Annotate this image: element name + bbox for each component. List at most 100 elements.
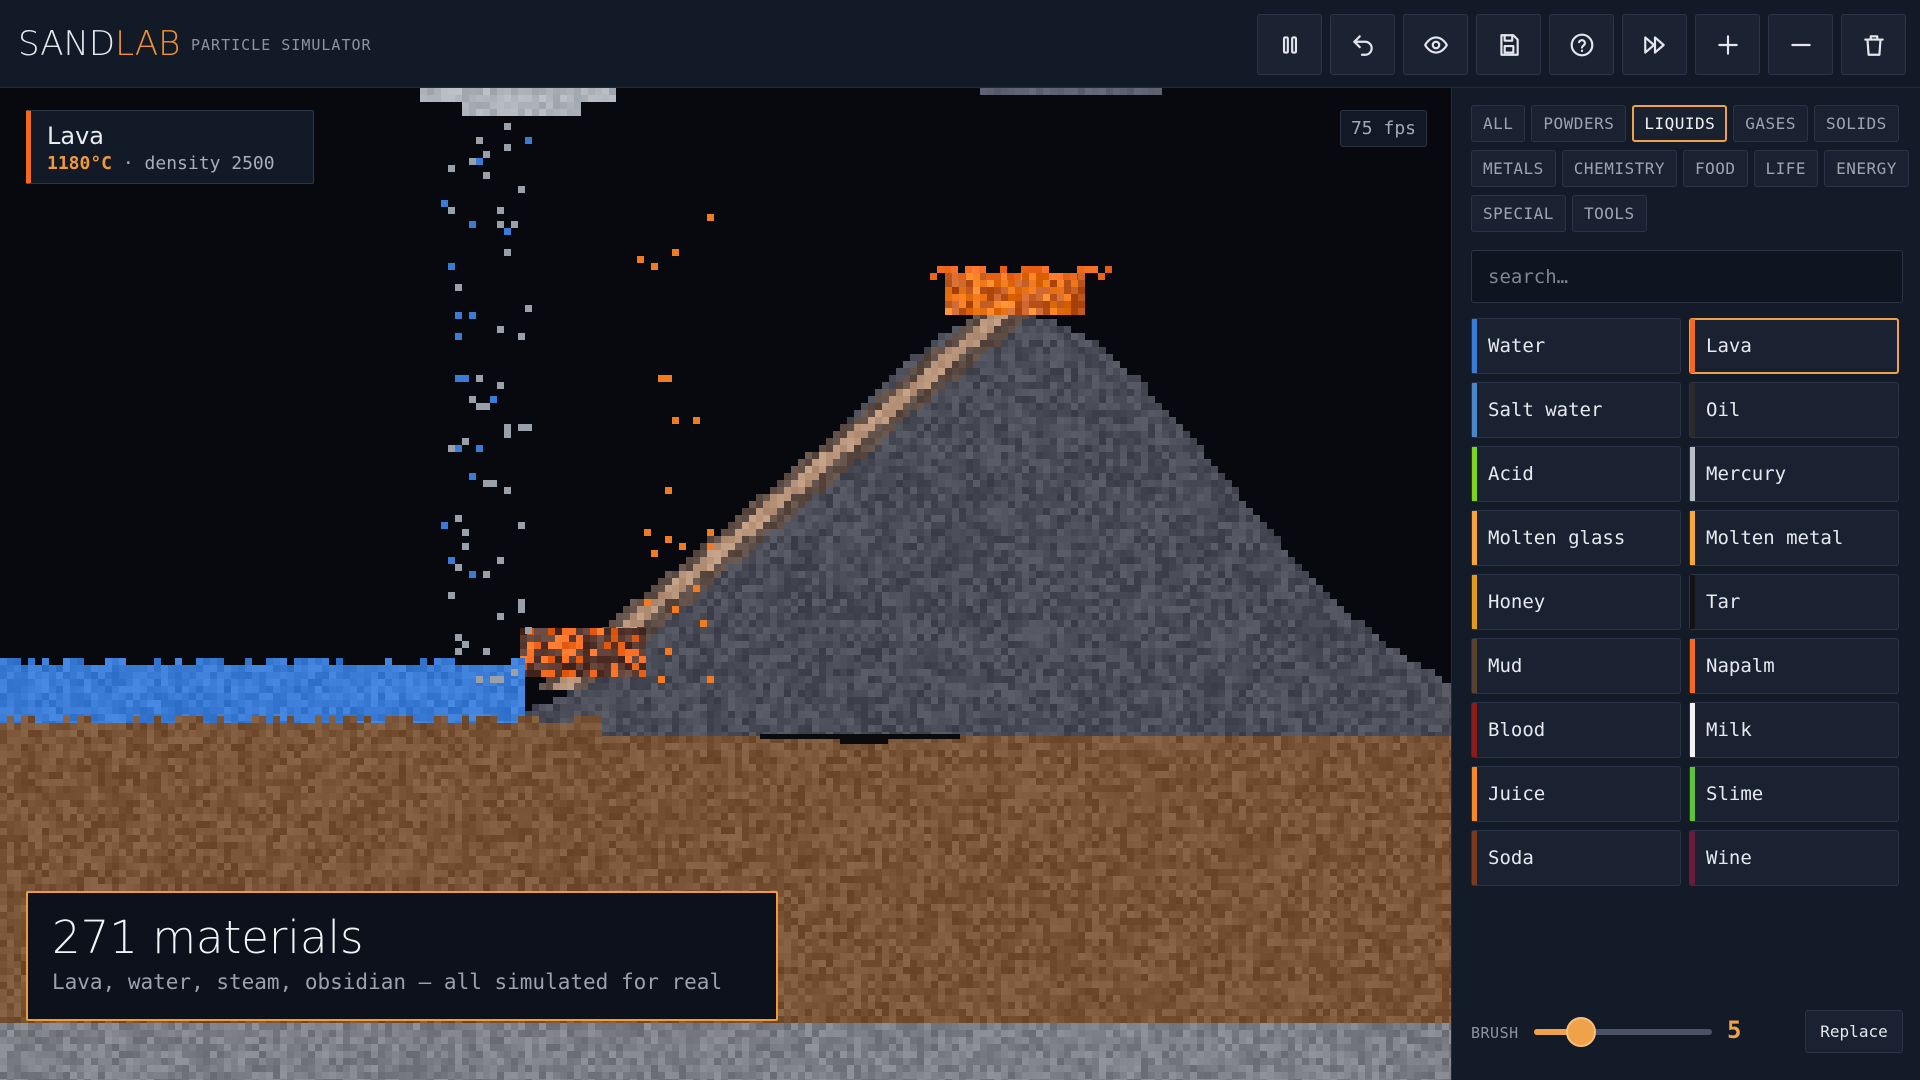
brush-size-value: 5 (1727, 1016, 1742, 1044)
material-item-tar[interactable]: Tar (1689, 574, 1899, 630)
hover-separator: · (112, 153, 145, 174)
undo-icon (1352, 34, 1373, 56)
top-bar: SANDLAB PARTICLE SIMULATOR (0, 0, 1920, 88)
material-item-oil[interactable]: Oil (1689, 382, 1899, 438)
material-color-swatch (1472, 639, 1477, 693)
help-button[interactable] (1549, 14, 1614, 75)
material-item-molten-glass[interactable]: Molten glass (1471, 510, 1681, 566)
material-label: Soda (1488, 847, 1534, 869)
trash-icon (1863, 34, 1884, 56)
brush-label: BRUSH (1471, 1024, 1519, 1042)
category-tab-all[interactable]: ALL (1471, 105, 1526, 142)
material-item-juice[interactable]: Juice (1471, 766, 1681, 822)
material-item-soda[interactable]: Soda (1471, 830, 1681, 886)
material-label: Tar (1706, 591, 1741, 613)
material-color-swatch (1690, 447, 1695, 501)
app-logo: SANDLAB (18, 22, 180, 66)
category-tab-metals[interactable]: METALS (1471, 150, 1556, 187)
material-item-napalm[interactable]: Napalm (1689, 638, 1899, 694)
category-tab-liquids[interactable]: LIQUIDS (1632, 105, 1728, 142)
clear-button[interactable] (1841, 14, 1906, 75)
material-item-water[interactable]: Water (1471, 318, 1681, 374)
undo-button[interactable] (1330, 14, 1395, 75)
plus-icon (1717, 34, 1738, 55)
category-tab-solids[interactable]: SOLIDS (1813, 105, 1899, 142)
save-button[interactable] (1476, 14, 1541, 75)
material-color-swatch (1690, 639, 1695, 693)
material-color-swatch (1690, 383, 1695, 437)
brush-slider-handle[interactable] (1566, 1017, 1597, 1047)
category-tabs: ALL POWDERS LIQUIDS GASES SOLIDS METALS CHEMIS… (1471, 105, 1911, 232)
category-tab-special[interactable]: SPECIAL (1471, 195, 1566, 232)
material-color-swatch (1690, 319, 1695, 373)
view-button[interactable] (1403, 14, 1468, 75)
eye-icon (1423, 35, 1448, 54)
material-color-swatch (1472, 511, 1477, 565)
material-item-honey[interactable]: Honey (1471, 574, 1681, 630)
material-label: Water (1488, 335, 1546, 357)
pause-icon (1282, 35, 1297, 54)
material-label: Napalm (1706, 655, 1775, 677)
minus-icon (1790, 43, 1811, 46)
category-tab-chemistry[interactable]: CHEMISTRY (1561, 150, 1677, 187)
pause-button[interactable] (1257, 14, 1322, 75)
logo-text-sand: SAND (18, 24, 116, 64)
simulation-area: Lava 1180°C · density 2500 75 fps 271 ma… (0, 88, 1451, 1080)
fps-counter: 75 fps (1339, 110, 1427, 147)
hover-density: density 2500 (144, 153, 275, 174)
category-tab-life[interactable]: LIFE (1753, 150, 1819, 187)
category-tab-gases[interactable]: GASES (1733, 105, 1808, 142)
material-label: Juice (1488, 783, 1546, 805)
material-color-swatch (1472, 575, 1477, 629)
hover-temperature: 1180°C (47, 153, 113, 174)
promo-title: 271 materials (52, 911, 364, 964)
material-item-molten-metal[interactable]: Molten metal (1689, 510, 1899, 566)
material-item-salt-water[interactable]: Salt water (1471, 382, 1681, 438)
promo-banner: 271 materials Lava, water, steam, obsidi… (26, 891, 778, 1021)
material-color-swatch (1472, 383, 1477, 437)
material-label: Milk (1706, 719, 1752, 741)
material-sidebar: ALL POWDERS LIQUIDS GASES SOLIDS METALS CHEMIS… (1451, 88, 1920, 1080)
material-color-swatch (1472, 767, 1477, 821)
material-label: Mercury (1706, 463, 1787, 485)
logo-text-lab: LAB (115, 24, 181, 64)
hover-material-stats: 1180°C · density 2500 (47, 151, 297, 177)
category-tab-energy[interactable]: ENERGY (1824, 150, 1909, 187)
category-tab-powders[interactable]: POWDERS (1531, 105, 1627, 142)
material-label: Blood (1488, 719, 1546, 741)
material-item-mercury[interactable]: Mercury (1689, 446, 1899, 502)
material-color-swatch (1472, 319, 1477, 373)
material-label: Molten glass (1488, 527, 1626, 549)
material-list: Water Lava Salt water Oil Acid Mercury Molten … (1471, 318, 1903, 886)
zoom-in-button[interactable] (1695, 14, 1760, 75)
material-color-swatch (1690, 767, 1695, 821)
material-item-mud[interactable]: Mud (1471, 638, 1681, 694)
replace-mode-button[interactable]: Replace (1805, 1010, 1903, 1053)
fast-forward-icon (1643, 35, 1665, 54)
material-item-acid[interactable]: Acid (1471, 446, 1681, 502)
fast-forward-button[interactable] (1622, 14, 1687, 75)
brush-size-slider[interactable] (1534, 1017, 1712, 1047)
material-color-swatch (1690, 575, 1695, 629)
material-color-swatch (1472, 703, 1477, 757)
zoom-out-button[interactable] (1768, 14, 1833, 75)
material-label: Salt water (1488, 399, 1603, 421)
material-item-lava[interactable]: Lava (1689, 318, 1899, 374)
material-color-swatch (1690, 511, 1695, 565)
category-tab-tools[interactable]: TOOLS (1571, 195, 1647, 232)
hover-material-name: Lava (47, 122, 104, 150)
material-label: Mud (1488, 655, 1523, 677)
toolbar (1257, 14, 1906, 75)
material-search-input[interactable] (1471, 250, 1903, 303)
material-color-swatch (1690, 831, 1695, 885)
material-color-swatch (1472, 831, 1477, 885)
material-item-milk[interactable]: Milk (1689, 702, 1899, 758)
sandlab-app: SANDLAB PARTICLE SIMULATOR Lava 1180°C ·… (0, 0, 1920, 1080)
material-label: Acid (1488, 463, 1534, 485)
material-item-blood[interactable]: Blood (1471, 702, 1681, 758)
material-label: Lava (1706, 335, 1752, 357)
material-label: Wine (1706, 847, 1752, 869)
category-tab-food[interactable]: FOOD (1683, 150, 1748, 187)
material-item-wine[interactable]: Wine (1689, 830, 1899, 886)
material-item-slime[interactable]: Slime (1689, 766, 1899, 822)
